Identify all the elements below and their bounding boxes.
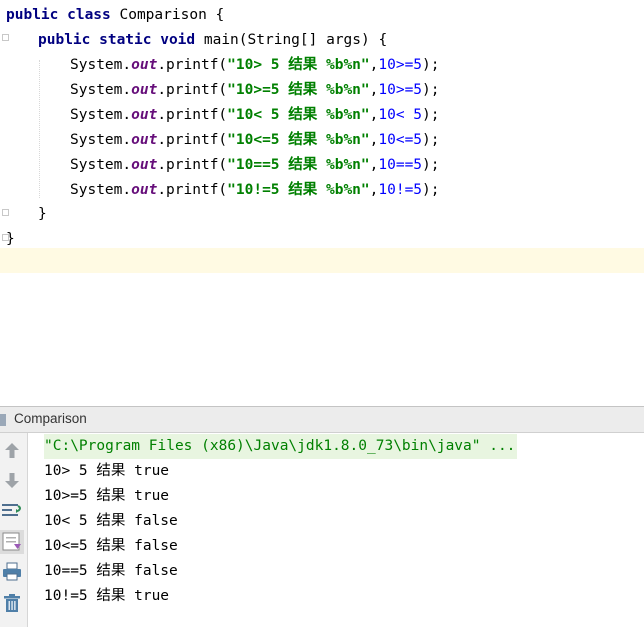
code-line-printf[interactable]: System.out.printf("10==5 结果 %b%n",10==5)…	[0, 153, 644, 178]
code-text: System.	[70, 107, 132, 123]
code-text: .printf(	[157, 107, 228, 123]
console-command-line: "C:\Program Files (x86)\Java\jdk1.8.0_73…	[44, 434, 518, 459]
print-icon[interactable]	[0, 560, 24, 584]
expression-token: 10>=5	[378, 57, 423, 73]
scroll-to-end-icon[interactable]	[0, 530, 24, 554]
expression-token: 10<=5	[378, 132, 423, 148]
console-output-line: 10> 5 结果 true	[44, 463, 170, 479]
field-token: out	[131, 57, 158, 73]
expression-token: 10>=5	[378, 82, 423, 98]
code-text: );	[422, 132, 440, 148]
console-output-line: 10< 5 结果 false	[44, 513, 178, 529]
field-token: out	[131, 132, 158, 148]
string-literal: "10!=5 结果 %b%n"	[227, 182, 370, 198]
run-panel-header: Comparison	[0, 406, 644, 433]
code-text: );	[422, 182, 440, 198]
string-literal: "10> 5 结果 %b%n"	[227, 57, 370, 73]
code-text: .printf(	[157, 182, 228, 198]
code-text: Comparison {	[110, 7, 225, 23]
code-line-printf[interactable]: System.out.printf("10< 5 结果 %b%n",10< 5)…	[0, 103, 644, 128]
arrow-down-icon[interactable]	[0, 468, 24, 492]
code-text: }	[6, 231, 15, 247]
console-output-line: 10!=5 结果 true	[44, 588, 170, 604]
code-text: }	[38, 206, 47, 222]
run-tab-icon	[0, 414, 6, 426]
soft-wrap-icon[interactable]	[0, 499, 24, 523]
code-text: );	[422, 57, 440, 73]
code-text: );	[422, 107, 440, 123]
run-toolbar	[0, 433, 28, 627]
string-literal: "10< 5 结果 %b%n"	[227, 107, 370, 123]
code-text: System.	[70, 182, 132, 198]
console-output[interactable]: "C:\Program Files (x86)\Java\jdk1.8.0_73…	[28, 433, 644, 627]
code-text: main(String[] args) {	[195, 32, 388, 48]
console-output-line: 10<=5 结果 false	[44, 538, 178, 554]
expression-token: 10!=5	[378, 182, 423, 198]
code-text: .printf(	[157, 82, 228, 98]
field-token: out	[131, 157, 158, 173]
string-literal: "10==5 结果 %b%n"	[227, 157, 370, 173]
code-line-printf[interactable]: System.out.printf("10> 5 结果 %b%n",10>=5)…	[0, 53, 644, 78]
code-line-printf[interactable]: System.out.printf("10>=5 结果 %b%n",10>=5)…	[0, 78, 644, 103]
field-token: out	[131, 82, 158, 98]
code-text: System.	[70, 132, 132, 148]
arrow-up-icon[interactable]	[0, 439, 24, 463]
code-line-close-method[interactable]: }	[0, 202, 644, 227]
code-text: System.	[70, 157, 132, 173]
code-line-printf[interactable]: System.out.printf("10!=5 结果 %b%n",10!=5)…	[0, 178, 644, 203]
string-literal: "10<=5 结果 %b%n"	[227, 132, 370, 148]
field-token: out	[131, 182, 158, 198]
code-editor[interactable]: public class Comparison { public static …	[0, 0, 644, 405]
code-line-class-decl[interactable]: public class Comparison {	[0, 3, 644, 28]
field-token: out	[131, 107, 158, 123]
code-text: System.	[70, 57, 132, 73]
code-text: System.	[70, 82, 132, 98]
console-output-line: 10==5 结果 false	[44, 563, 178, 579]
code-text: .printf(	[157, 57, 228, 73]
expression-token: 10==5	[378, 157, 423, 173]
code-line-close-class[interactable]: }	[0, 227, 644, 252]
code-line-printf[interactable]: System.out.printf("10<=5 结果 %b%n",10<=5)…	[0, 128, 644, 153]
code-text: .printf(	[157, 157, 228, 173]
keyword-token: public class	[6, 7, 111, 23]
code-text: );	[422, 157, 440, 173]
console-output-line: 10>=5 结果 true	[44, 488, 170, 504]
code-line-main-decl[interactable]: public static void main(String[] args) {	[0, 28, 644, 53]
code-text: .printf(	[157, 132, 228, 148]
run-panel-title[interactable]: Comparison	[14, 411, 87, 426]
string-literal: "10>=5 结果 %b%n"	[227, 82, 370, 98]
expression-token: 10< 5	[378, 107, 423, 123]
code-text: );	[422, 82, 440, 98]
trash-icon[interactable]	[0, 591, 24, 615]
keyword-token: public static void	[38, 32, 196, 48]
